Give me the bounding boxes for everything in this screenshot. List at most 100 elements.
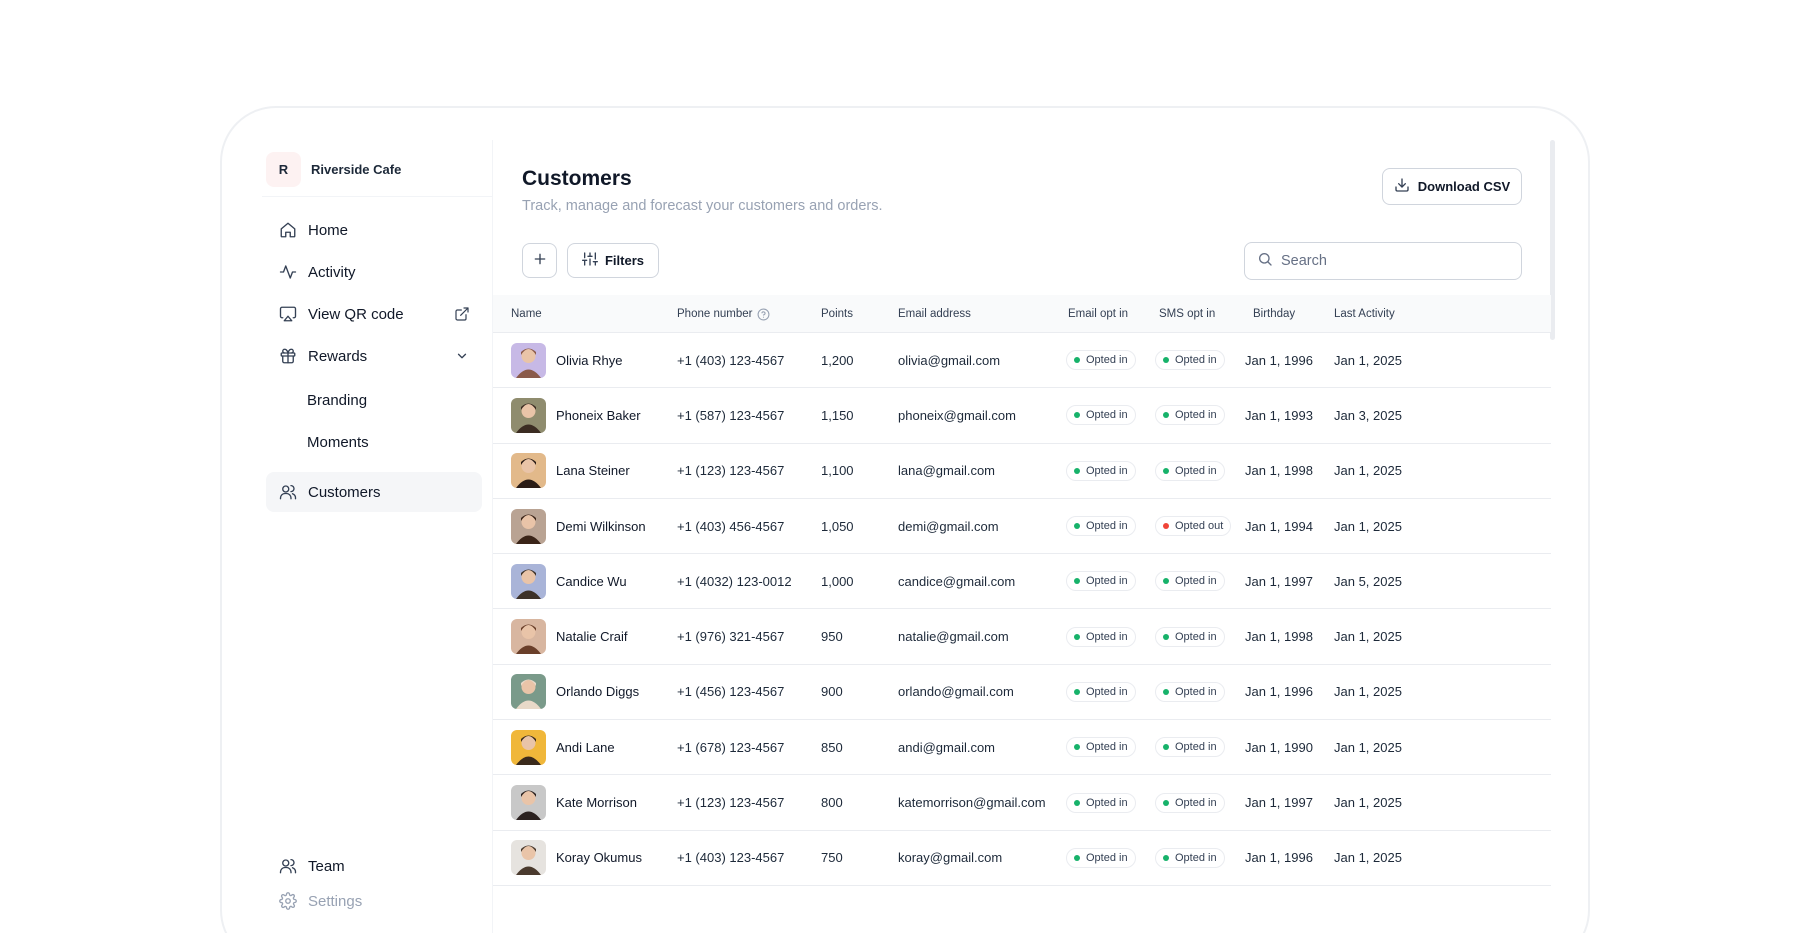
- users-icon: [278, 482, 298, 502]
- status-dot: [1163, 799, 1169, 806]
- gear-icon: [278, 891, 298, 911]
- email-cell: natalie@gmail.com: [898, 629, 1009, 645]
- status-dot: [1163, 633, 1169, 640]
- last-activity-cell: Jan 5, 2025: [1334, 573, 1402, 589]
- sms-opt-in-cell: Opted in: [1155, 775, 1225, 829]
- chevron-down-icon[interactable]: [452, 346, 472, 366]
- last-activity-cell: Jan 1, 2025: [1334, 518, 1402, 534]
- help-icon[interactable]: [757, 308, 770, 321]
- status-label: Opted in: [1086, 464, 1128, 477]
- customer-name: Candice Wu: [556, 573, 627, 589]
- table-row[interactable]: Andi Lane +1 (678) 123-4567 850 andi@gma…: [493, 720, 1551, 776]
- nav-item-activity[interactable]: Activity: [266, 252, 482, 292]
- status-label: Opted in: [1086, 685, 1128, 698]
- table-row[interactable]: Koray Okumus +1 (403) 123-4567 750 koray…: [493, 831, 1551, 886]
- search-icon: [1257, 251, 1273, 272]
- nav-subitem-moments[interactable]: Moments: [307, 424, 369, 460]
- download-csv-label: Download CSV: [1417, 179, 1511, 194]
- name-cell: Orlando Diggs: [511, 665, 639, 719]
- add-customer-button[interactable]: [522, 243, 557, 278]
- customer-name: Lana Steiner: [556, 463, 630, 479]
- table-header: Name Phone number Points Email address E…: [493, 295, 1551, 333]
- page-subtitle: Track, manage and forecast your customer…: [522, 198, 883, 214]
- download-csv-button[interactable]: Download CSV: [1382, 168, 1522, 205]
- table-row[interactable]: Demi Wilkinson +1 (403) 456-4567 1,050 d…: [493, 499, 1551, 555]
- filters-button[interactable]: Filters: [567, 243, 659, 278]
- sms-opt-in-cell: Opted in: [1155, 665, 1225, 719]
- column-header-sms-opt-in[interactable]: SMS opt in: [1159, 295, 1215, 333]
- sms-opt-in-cell: Opted in: [1155, 554, 1225, 608]
- status-dot: [1163, 412, 1169, 419]
- avatar: [511, 785, 546, 821]
- brand-name: Riverside Cafe: [311, 162, 402, 177]
- phone-cell: +1 (123) 123-4567: [677, 463, 785, 479]
- nav-item-settings[interactable]: Settings: [266, 881, 482, 921]
- avatar: [511, 840, 546, 876]
- email-opt-in-cell: Opted in: [1066, 720, 1136, 774]
- status-label: Opted in: [1175, 741, 1217, 754]
- divider: [262, 196, 492, 197]
- search-input[interactable]: [1281, 253, 1511, 269]
- email-opt-in-cell: Opted in: [1066, 665, 1136, 719]
- last-activity-cell: Jan 1, 2025: [1334, 850, 1402, 866]
- status-dot: [1074, 412, 1080, 419]
- table-row[interactable]: Lana Steiner +1 (123) 123-4567 1,100 lan…: [493, 444, 1551, 499]
- brand[interactable]: R Riverside Cafe: [266, 152, 401, 187]
- monitor-icon: [278, 304, 298, 324]
- birthday-cell: Jan 1, 1996: [1245, 352, 1313, 368]
- external-link-icon[interactable]: [452, 304, 472, 324]
- plus-icon: [532, 251, 548, 270]
- column-header-birthday[interactable]: Birthday: [1253, 295, 1295, 333]
- customer-name: Olivia Rhye: [556, 352, 623, 368]
- status-badge: Opted in: [1155, 571, 1225, 592]
- email-opt-in-cell: Opted in: [1066, 388, 1136, 442]
- column-header-email-opt-in[interactable]: Email opt in: [1068, 295, 1128, 333]
- nav-item-rewards[interactable]: Rewards: [266, 336, 482, 376]
- last-activity-cell: Jan 1, 2025: [1334, 352, 1402, 368]
- status-label: Opted in: [1086, 575, 1128, 588]
- status-badge: Opted out: [1155, 516, 1232, 537]
- status-dot: [1074, 688, 1080, 695]
- table-row[interactable]: Candice Wu +1 (4032) 123-0012 1,000 cand…: [493, 554, 1551, 610]
- last-activity-cell: Jan 1, 2025: [1334, 795, 1402, 811]
- table-body: Olivia Rhye +1 (403) 123-4567 1,200 oliv…: [493, 333, 1551, 886]
- table-row[interactable]: Orlando Diggs +1 (456) 123-4567 900 orla…: [493, 665, 1551, 721]
- nav-item-view-qr-code[interactable]: View QR code: [266, 294, 482, 334]
- nav-item-home[interactable]: Home: [266, 210, 482, 250]
- customer-name: Andi Lane: [556, 739, 615, 755]
- status-label: Opted in: [1175, 851, 1217, 864]
- last-activity-cell: Jan 1, 2025: [1334, 739, 1402, 755]
- column-header-email[interactable]: Email address: [898, 295, 971, 333]
- phone-cell: +1 (403) 123-4567: [677, 850, 785, 866]
- status-label: Opted in: [1175, 354, 1217, 367]
- status-dot: [1163, 854, 1169, 861]
- name-cell: Kate Morrison: [511, 775, 637, 829]
- status-label: Opted in: [1175, 685, 1217, 698]
- status-label: Opted in: [1086, 409, 1128, 422]
- table-row[interactable]: Phoneix Baker +1 (587) 123-4567 1,150 ph…: [493, 388, 1551, 444]
- table-row[interactable]: Natalie Craif +1 (976) 321-4567 950 nata…: [493, 609, 1551, 665]
- nav-label: View QR code: [308, 305, 404, 323]
- column-header-name[interactable]: Name: [511, 295, 542, 333]
- nav-item-team[interactable]: Team: [266, 846, 482, 886]
- column-header-points[interactable]: Points: [821, 295, 853, 333]
- table-row[interactable]: Olivia Rhye +1 (403) 123-4567 1,200 oliv…: [493, 333, 1551, 389]
- search-box[interactable]: [1244, 242, 1522, 280]
- nav-item-customers[interactable]: Customers: [266, 472, 482, 512]
- table-row[interactable]: Kate Morrison +1 (123) 123-4567 800 kate…: [493, 775, 1551, 831]
- nav-label: Team: [308, 857, 345, 875]
- download-icon: [1394, 177, 1410, 196]
- status-badge: Opted in: [1066, 460, 1136, 481]
- birthday-cell: Jan 1, 1990: [1245, 739, 1313, 755]
- column-header-last-activity[interactable]: Last Activity: [1334, 295, 1395, 333]
- status-dot: [1163, 467, 1169, 474]
- status-badge: Opted in: [1066, 571, 1136, 592]
- avatar: [511, 729, 546, 765]
- email-opt-in-cell: Opted in: [1066, 609, 1136, 663]
- nav-subitem-branding[interactable]: Branding: [307, 382, 367, 418]
- column-header-phone[interactable]: Phone number: [677, 295, 770, 333]
- name-cell: Koray Okumus: [511, 831, 642, 885]
- phone-cell: +1 (678) 123-4567: [677, 739, 785, 755]
- points-cell: 1,000: [821, 573, 854, 589]
- status-dot: [1074, 523, 1080, 530]
